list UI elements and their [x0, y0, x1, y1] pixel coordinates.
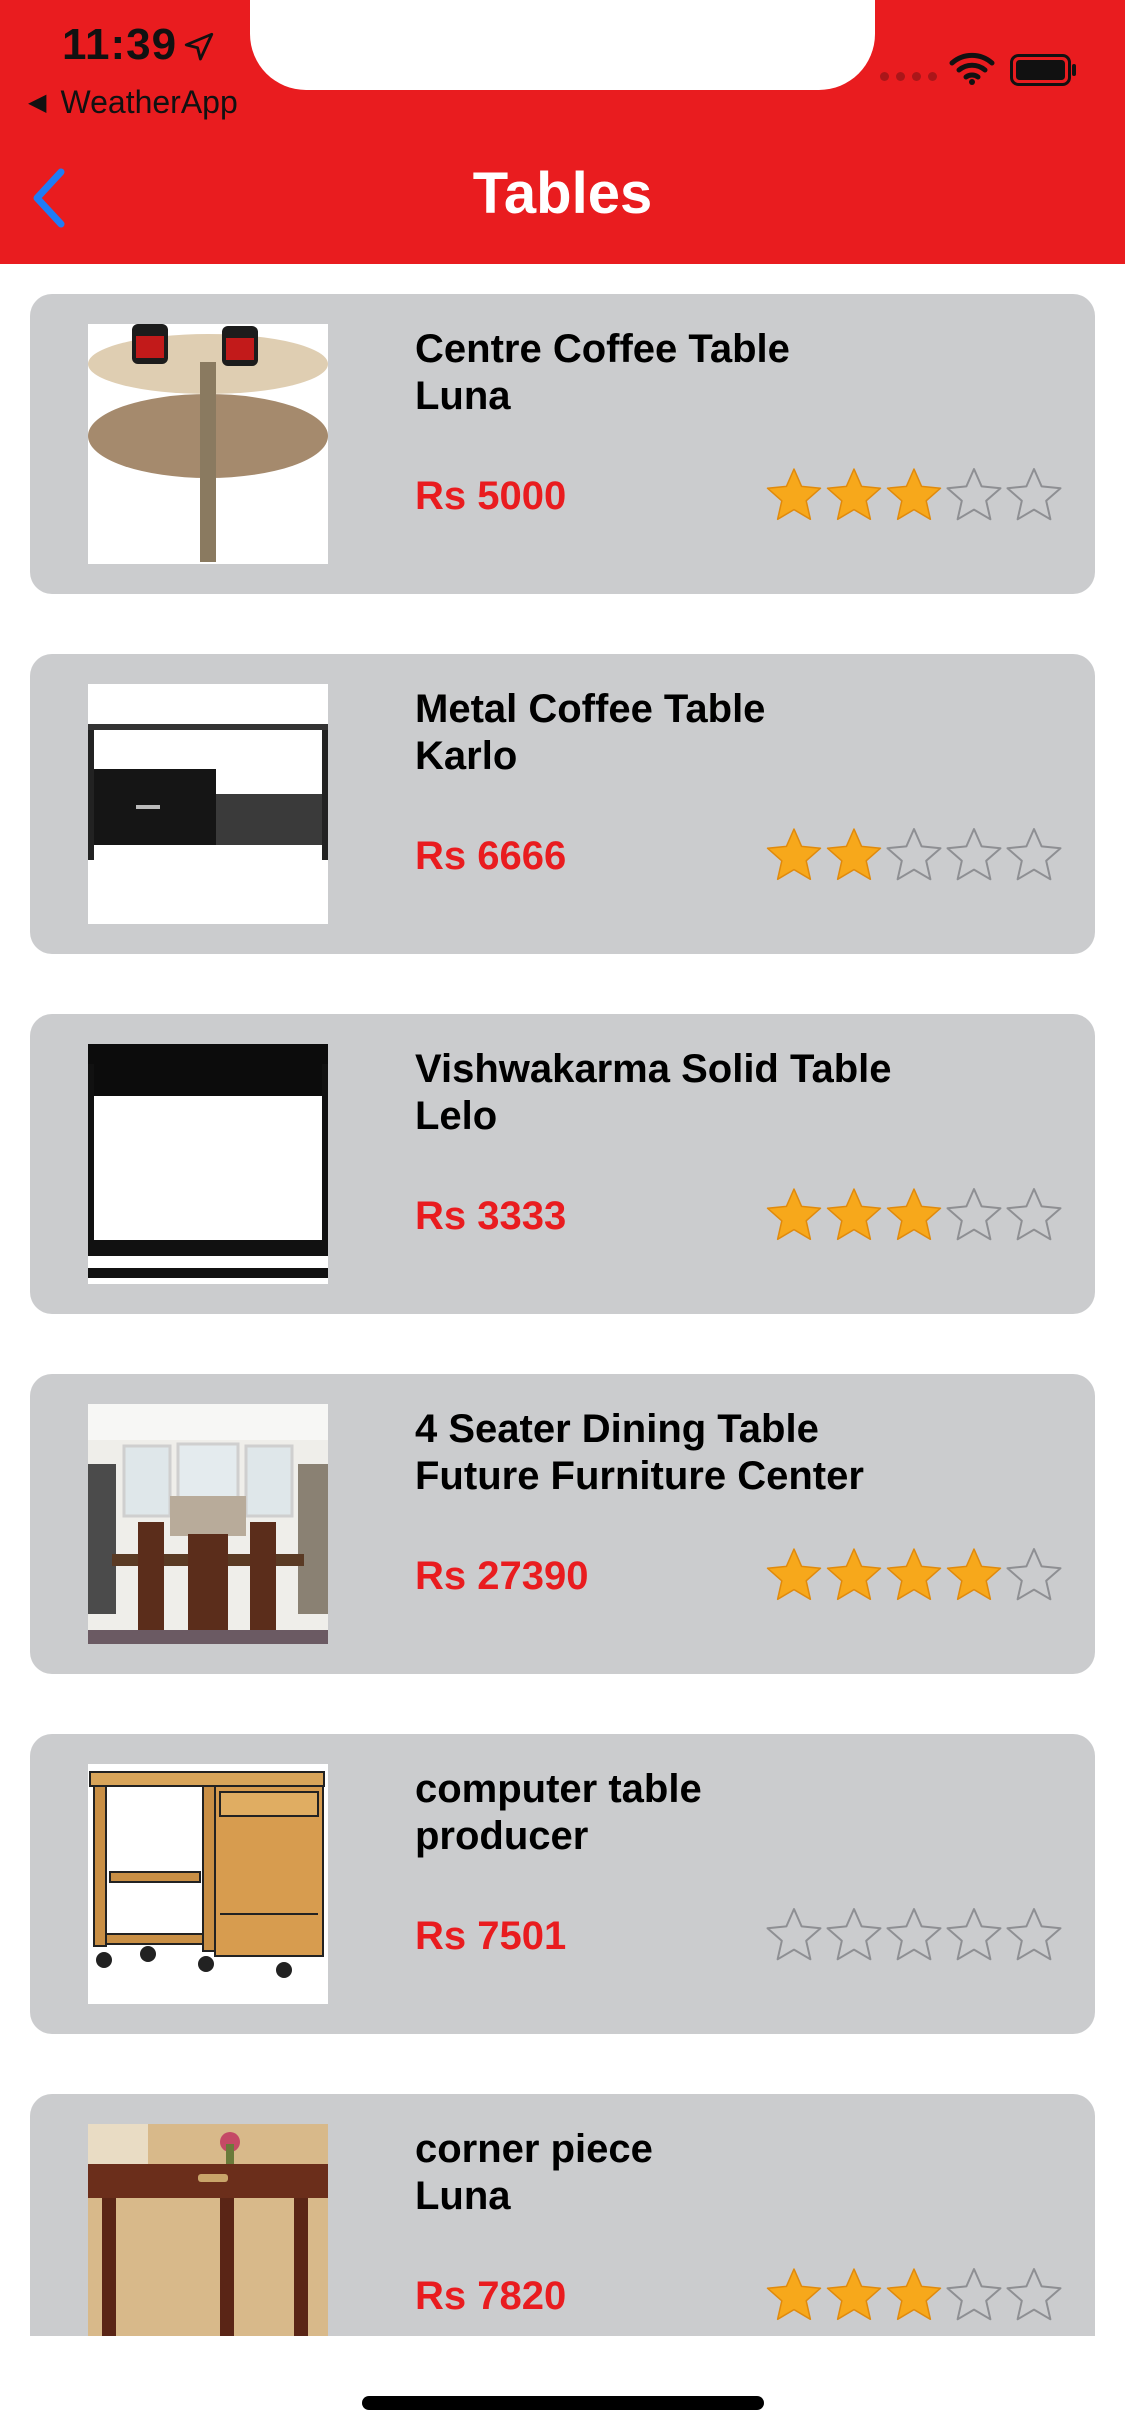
product-title: computer table: [415, 1767, 702, 1811]
star-filled-icon: [886, 468, 942, 521]
product-name: Metal Coffee Table Karlo: [415, 686, 1015, 780]
back-to-app-link[interactable]: ◀ WeatherApp: [28, 84, 238, 121]
product-image: [88, 1764, 328, 2004]
star-empty-icon: [1006, 2268, 1062, 2321]
product-list[interactable]: Centre Coffee Table Luna Rs 5000 Metal C…: [0, 264, 1125, 2336]
star-filled-icon: [886, 1548, 942, 1601]
wifi-icon: [949, 52, 995, 85]
cellular-signal-icon: [880, 72, 937, 81]
product-seller: Karlo: [415, 734, 518, 778]
product-seller: Luna: [415, 2174, 511, 2218]
location-arrow-icon: [184, 32, 214, 61]
star-filled-icon: [826, 1548, 882, 1601]
star-filled-icon: [766, 2268, 822, 2321]
product-title: corner piece: [415, 2127, 653, 2171]
product-price: Rs 27390: [415, 1554, 589, 1598]
product-name: Centre Coffee Table Luna: [415, 326, 1015, 420]
product-image: [88, 324, 328, 564]
star-empty-icon: [766, 1908, 822, 1961]
product-image: [88, 2124, 328, 2336]
product-seller: Luna: [415, 374, 511, 418]
product-name: computer table producer: [415, 1766, 1015, 1860]
back-app-label: WeatherApp: [60, 84, 238, 120]
star-filled-icon: [766, 828, 822, 881]
product-card[interactable]: Metal Coffee Table Karlo Rs 6666: [30, 654, 1095, 954]
product-seller: producer: [415, 1814, 589, 1858]
star-filled-icon: [886, 2268, 942, 2321]
product-title: Metal Coffee Table: [415, 687, 766, 731]
star-filled-icon: [886, 1188, 942, 1241]
star-empty-icon: [1006, 828, 1062, 881]
product-title: 4 Seater Dining Table: [415, 1407, 819, 1451]
product-card[interactable]: Centre Coffee Table Luna Rs 5000: [30, 294, 1095, 594]
product-title: Centre Coffee Table: [415, 327, 790, 371]
rating-stars: [765, 826, 1063, 884]
product-seller: Lelo: [415, 1094, 498, 1138]
notch: [250, 0, 875, 90]
product-card[interactable]: Vishwakarma Solid Table Lelo Rs 3333: [30, 1014, 1095, 1314]
star-empty-icon: [946, 2268, 1002, 2321]
star-filled-icon: [946, 1548, 1002, 1601]
star-empty-icon: [1006, 1188, 1062, 1241]
product-image: [88, 684, 328, 924]
rating-stars: [765, 2266, 1063, 2324]
product-price: Rs 6666: [415, 834, 567, 878]
home-indicator: [362, 2396, 764, 2410]
rating-stars: [765, 466, 1063, 524]
product-name: Vishwakarma Solid Table Lelo: [415, 1046, 1015, 1140]
star-empty-icon: [946, 828, 1002, 881]
product-price: Rs 7501: [415, 1914, 567, 1958]
rating-stars: [765, 1186, 1063, 1244]
star-empty-icon: [886, 828, 942, 881]
star-filled-icon: [826, 468, 882, 521]
product-image: [88, 1044, 328, 1284]
product-card[interactable]: computer table producer Rs 7501: [30, 1734, 1095, 2034]
star-empty-icon: [946, 1908, 1002, 1961]
product-seller: Future Furniture Center: [415, 1454, 864, 1498]
star-empty-icon: [886, 1908, 942, 1961]
back-triangle-icon: ◀: [28, 89, 47, 116]
product-price: Rs 7820: [415, 2274, 567, 2318]
star-empty-icon: [1006, 468, 1062, 521]
page-title: Tables: [472, 161, 653, 226]
product-name: corner piece Luna: [415, 2126, 1015, 2220]
star-empty-icon: [1006, 1908, 1062, 1961]
star-empty-icon: [946, 468, 1002, 521]
star-empty-icon: [946, 1188, 1002, 1241]
star-filled-icon: [826, 1188, 882, 1241]
status-time: 11:39: [62, 20, 178, 69]
star-filled-icon: [826, 2268, 882, 2321]
star-filled-icon: [766, 1548, 822, 1601]
product-price: Rs 3333: [415, 1194, 567, 1238]
battery-icon: [1010, 54, 1076, 86]
star-empty-icon: [1006, 1548, 1062, 1601]
star-filled-icon: [766, 1188, 822, 1241]
star-filled-icon: [826, 828, 882, 881]
rating-stars: [765, 1906, 1063, 1964]
product-name: 4 Seater Dining Table Future Furniture C…: [415, 1406, 1015, 1500]
rating-stars: [765, 1546, 1063, 1604]
product-image: [88, 1404, 328, 1644]
product-price: Rs 5000: [415, 474, 567, 518]
product-card[interactable]: corner piece Luna Rs 7820: [30, 2094, 1095, 2336]
nav-bar: 11:39 ◀ WeatherApp Tables: [0, 0, 1125, 264]
product-card[interactable]: 4 Seater Dining Table Future Furniture C…: [30, 1374, 1095, 1674]
product-title: Vishwakarma Solid Table: [415, 1047, 892, 1091]
star-empty-icon: [826, 1908, 882, 1961]
star-filled-icon: [766, 468, 822, 521]
